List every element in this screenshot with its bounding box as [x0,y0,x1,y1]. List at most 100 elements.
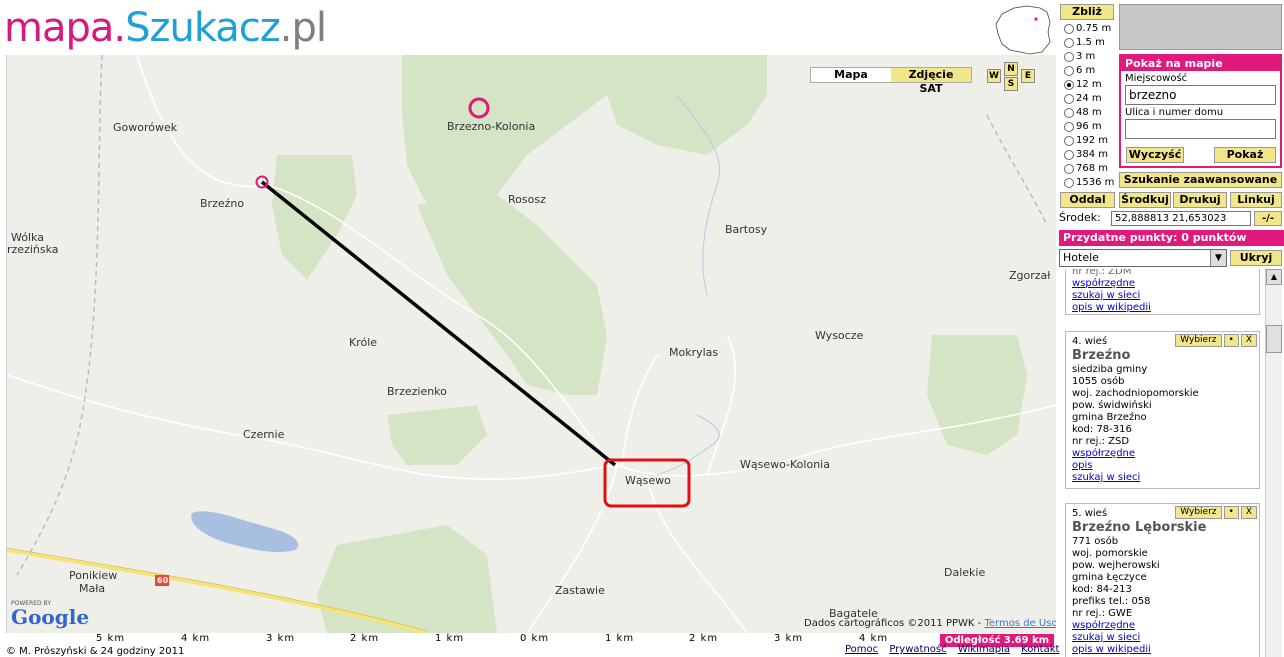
radio-icon [1064,66,1074,76]
category-select[interactable]: Hotele ▼ [1059,249,1227,267]
result-dot-button[interactable]: • [1223,334,1239,347]
place-label: Ponikiew [69,569,118,582]
radio-icon [1064,150,1074,160]
show-on-map-form: Pokaż na mapie Miejscowość brzezno Ulica… [1119,54,1282,168]
coordinate-format-toggle[interactable]: -/- [1254,211,1282,226]
close-result-button[interactable]: X [1240,506,1257,519]
forest-area-south [387,405,487,465]
radio-icon [1064,24,1074,34]
zoom-option[interactable]: 0.75 m [1064,22,1120,36]
zoom-out-button[interactable]: Oddal [1060,192,1115,208]
wikimapia-link[interactable]: Wikimapia [958,644,1010,655]
result-detail: 771 osób [1072,536,1119,547]
zoom-in-button[interactable]: Zbliż [1060,4,1114,20]
wikipedia-link[interactable]: opis w wikipedii [1072,644,1253,656]
scale-label: 3 km [774,633,804,644]
useful-points-header: Przydatne punkty: 0 punktów [1059,230,1284,246]
place-label: Brzezienko [387,385,447,398]
description-link[interactable]: opis [1072,460,1253,472]
site-logo[interactable]: mapa.Szukacz.pl [4,4,327,52]
zoom-option[interactable]: 192 m [1064,134,1120,148]
pan-west-button[interactable]: W [987,69,1001,83]
place-label: Wąsewo-Kolonia [740,458,830,471]
web-search-link[interactable]: szukaj w sieci [1072,472,1253,484]
result-detail: kod: 78-316 [1072,424,1132,435]
place-label: Króle [349,336,378,349]
scale-label: 2 km [689,633,719,644]
result-detail: siedziba gminy [1072,364,1148,375]
zoom-option-selected[interactable]: 12 m [1064,78,1120,92]
radio-selected-icon [1064,80,1074,90]
coordinates-link[interactable]: współrzędne [1072,448,1253,460]
logo-part-szukacz: Szukacz [125,5,281,51]
hide-button[interactable]: Ukryj [1230,250,1282,266]
results-scrollbar[interactable]: ▲ [1265,269,1282,657]
result-dot-button[interactable]: • [1223,506,1239,519]
help-link[interactable]: Pomoc [845,644,878,655]
scroll-thumb[interactable] [1266,325,1282,353]
scroll-up-icon[interactable]: ▲ [1266,269,1282,285]
scale-label: 1 km [605,633,635,644]
result-detail: nr rej.: GWE [1072,608,1133,619]
map-mode-button[interactable]: Mapa [811,68,891,82]
select-result-button[interactable]: Wybierz [1175,334,1222,347]
city-input[interactable]: brzezno [1125,85,1276,105]
poland-overview-map[interactable] [992,2,1054,58]
zoom-option[interactable]: 96 m [1064,120,1120,134]
zoom-option[interactable]: 3 m [1064,50,1120,64]
zoom-option[interactable]: 1536 m [1064,176,1120,190]
footer-links: Pomoc Prywatność Wikimapia Kontakt [845,644,1067,655]
web-search-link[interactable]: szukaj w sieci [1072,632,1253,644]
contact-link[interactable]: Kontakt [1021,644,1059,655]
result-detail: kod: 84-213 [1072,584,1132,595]
compass-control: W N S E [987,60,1037,92]
zoom-option[interactable]: 1.5 m [1064,36,1120,50]
radio-icon [1064,94,1074,104]
google-brand: Google [11,605,90,629]
pan-north-button[interactable]: N [1004,62,1018,76]
wikipedia-link[interactable]: opis w wikipedii [1072,302,1253,314]
zoom-option-label: 12 m [1076,79,1102,90]
map-canvas[interactable]: Goworówek Brzezno-Kolonia Brzeźno Rososz… [6,55,1056,633]
zoom-option-label: 768 m [1076,163,1109,174]
zoom-option-label: 6 m [1076,65,1096,76]
coordinates-link[interactable]: współrzędne [1072,278,1253,290]
chevron-down-icon[interactable]: ▼ [1210,250,1226,266]
forest-area-north [402,55,617,215]
advanced-search-button[interactable]: Szukanie zaawansowane [1119,172,1282,188]
place-label: Zastawie [555,584,605,597]
street-input[interactable] [1125,119,1276,139]
result-detail: prefiks tel.: 058 [1072,596,1151,607]
zoom-option[interactable]: 48 m [1064,106,1120,120]
zoom-option[interactable]: 24 m [1064,92,1120,106]
web-search-link[interactable]: szukaj w sieci [1072,290,1253,302]
place-label: Goworówek [113,121,178,134]
pan-east-button[interactable]: E [1021,69,1035,83]
show-button[interactable]: Pokaż [1214,147,1276,163]
print-button[interactable]: Drukuj [1173,192,1227,208]
forest-area-northeast [607,55,767,155]
google-logo[interactable]: POWERED BY Google [11,600,89,627]
coordinates-link[interactable]: współrzędne [1072,620,1253,632]
center-button[interactable]: Środkuj [1119,192,1171,208]
zoom-option[interactable]: 384 m [1064,148,1120,162]
result-detail: woj. pomorskie [1072,548,1148,559]
close-result-button[interactable]: X [1240,334,1257,347]
zoom-option[interactable]: 6 m [1064,64,1120,78]
city-label: Miejscowość [1125,73,1188,84]
railway-west [16,55,103,576]
place-label: Mała [79,582,106,595]
scale-label: 3 km [266,633,296,644]
privacy-link[interactable]: Prywatność [889,644,946,655]
satellite-mode-button[interactable]: Zdjęcie SAT [891,68,971,95]
terms-link[interactable]: Termos de Uso [984,618,1056,629]
center-coordinates-field[interactable]: 52,888813 21,653023 [1111,211,1251,226]
select-result-button[interactable]: Wybierz [1175,506,1222,519]
clear-button[interactable]: Wyczyść [1126,147,1184,163]
logo-part-mapa: mapa. [4,5,126,51]
pan-south-button[interactable]: S [1004,77,1018,91]
link-button[interactable]: Linkuj [1230,192,1282,208]
radio-icon [1064,52,1074,62]
zoom-option[interactable]: 768 m [1064,162,1120,176]
place-label: Mokrylas [669,346,719,359]
